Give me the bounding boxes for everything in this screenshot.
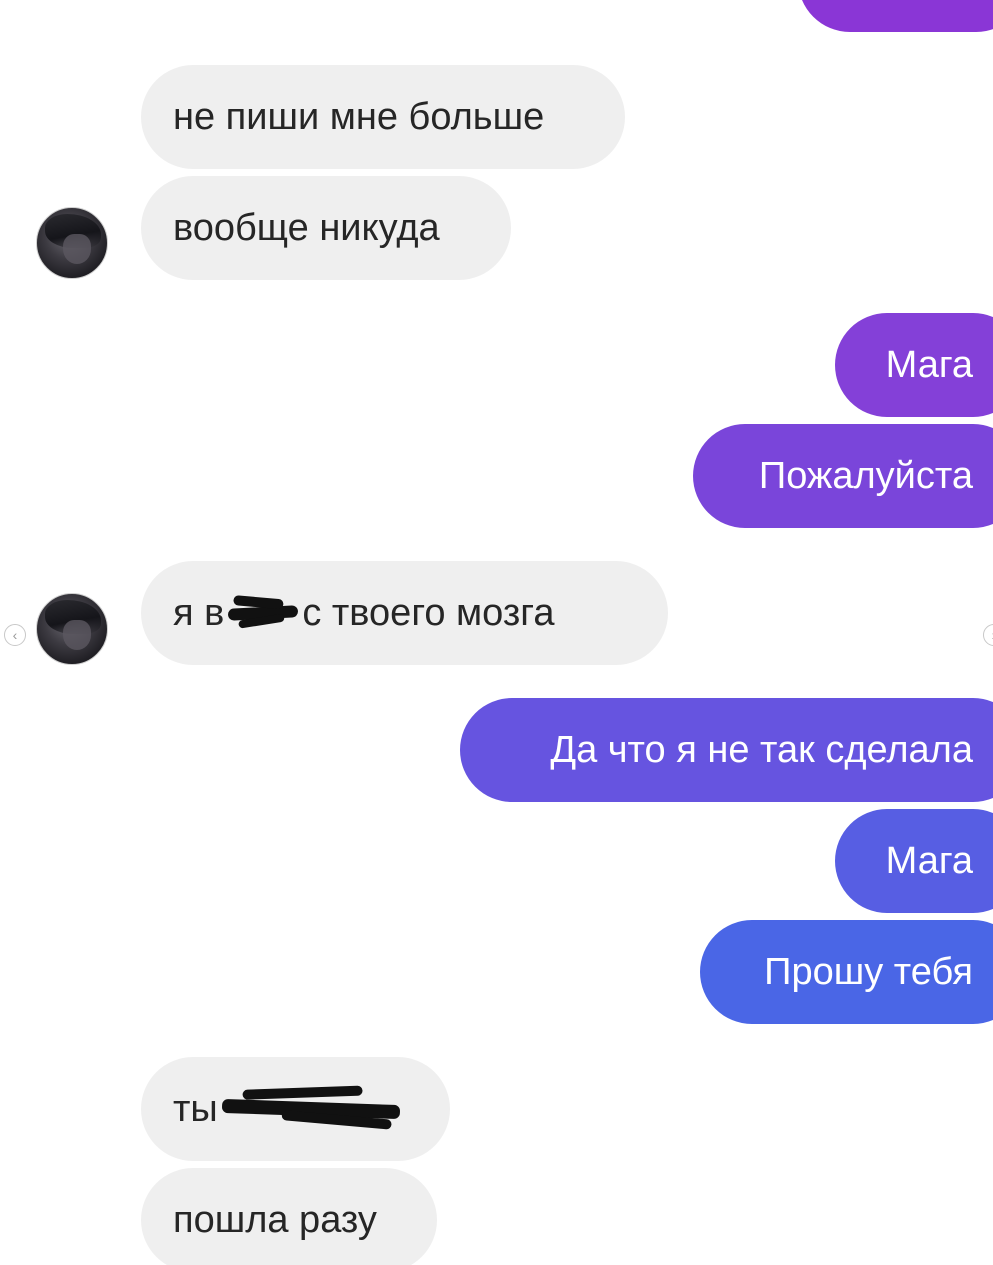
message-text: Пожалуйста [758, 455, 973, 497]
avatar[interactable] [36, 593, 108, 665]
incoming-message[interactable]: я в с твоего мозга [141, 561, 668, 665]
message-text-before: ты [173, 1088, 218, 1130]
redaction-scribble [228, 605, 299, 621]
message-text: не пиши мне больше [173, 96, 545, 138]
message-text: Мага [885, 840, 973, 882]
message-text: вообще никуда [173, 207, 440, 249]
incoming-message[interactable]: ты [141, 1057, 450, 1161]
chevron-right-icon[interactable]: › [983, 624, 993, 646]
message-text-after: с твоего мозга [302, 592, 555, 634]
redaction-scribble [221, 1098, 400, 1120]
message-text-before: я в [173, 592, 225, 634]
outgoing-message[interactable]: Да что я не так сделала [460, 698, 993, 802]
message-text: пошла разу [173, 1199, 377, 1241]
chat-thread: не пиши мне больше вообще никуда Мага По… [0, 0, 993, 1265]
message-text: Прошу тебя [764, 951, 973, 993]
outgoing-message[interactable]: Мага [835, 809, 993, 913]
chevron-left-icon[interactable]: ‹ [4, 624, 26, 646]
outgoing-message[interactable]: Мага [835, 313, 993, 417]
outgoing-message[interactable]: Пожалуйста [693, 424, 993, 528]
avatar-face [63, 234, 91, 264]
message-text: Да что я не так сделала [550, 729, 973, 771]
outgoing-message[interactable]: Прошу тебя [700, 920, 993, 1024]
incoming-message[interactable]: вообще никуда [141, 176, 511, 280]
message-text: Мага [885, 344, 973, 386]
incoming-message[interactable]: пошла разу [141, 1168, 437, 1265]
outgoing-message-partial[interactable] [798, 0, 993, 32]
incoming-message[interactable]: не пиши мне больше [141, 65, 625, 169]
avatar[interactable] [36, 207, 108, 279]
avatar-face [63, 620, 91, 650]
